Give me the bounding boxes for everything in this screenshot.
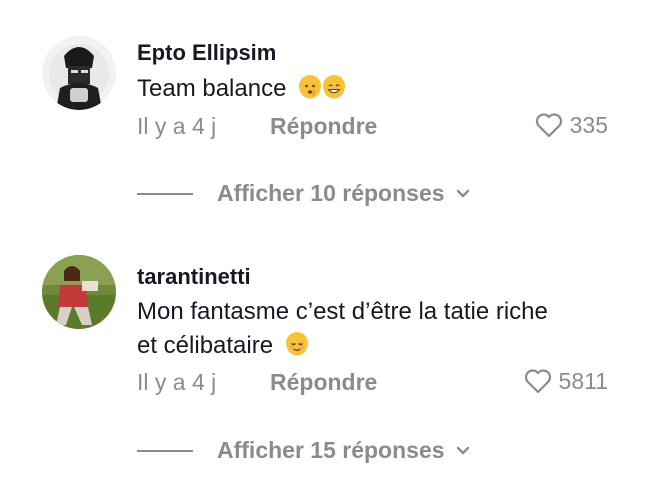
comment-text-line: et célibataire bbox=[137, 329, 548, 363]
comment-timestamp: Il y a 4 j bbox=[137, 369, 217, 395]
comment-timestamp: Il y a 4 j bbox=[137, 113, 217, 139]
like-button[interactable]: 335 bbox=[534, 111, 608, 139]
view-replies-label: Afficher 15 réponses bbox=[217, 437, 445, 463]
like-count: 335 bbox=[569, 111, 608, 138]
relieved-face-icon bbox=[285, 332, 308, 356]
view-replies-button[interactable]: Afficher 15 réponses bbox=[137, 437, 471, 464]
heart-icon bbox=[524, 369, 551, 394]
grinning-face-icon bbox=[323, 75, 346, 99]
heart-icon bbox=[535, 113, 562, 138]
chevron-down-icon bbox=[456, 446, 469, 454]
comment-text-line: Mon fantasme c’est d’être la tatie riche bbox=[137, 298, 548, 325]
like-button[interactable]: 5811 bbox=[523, 367, 608, 395]
comment-text: Team balance bbox=[137, 72, 346, 106]
reply-button[interactable]: Répondre bbox=[270, 113, 377, 140]
comment-text-content: et célibataire bbox=[137, 332, 274, 359]
avatar[interactable] bbox=[42, 36, 116, 110]
like-count: 5811 bbox=[558, 367, 608, 394]
comment-text-content: Team balance bbox=[137, 75, 287, 102]
divider bbox=[137, 449, 193, 452]
comment-username[interactable]: tarantinetti bbox=[137, 264, 251, 290]
view-replies-label: Afficher 10 réponses bbox=[217, 180, 445, 206]
view-replies-button[interactable]: Afficher 10 réponses bbox=[137, 180, 471, 207]
comment-text: Mon fantasme c’est d’être la tatie riche… bbox=[137, 295, 548, 363]
divider bbox=[137, 192, 193, 195]
avatar[interactable] bbox=[42, 255, 116, 329]
comment-username[interactable]: Epto Ellipsim bbox=[137, 40, 276, 66]
shushing-face-icon bbox=[299, 75, 322, 99]
chevron-down-icon bbox=[456, 189, 469, 197]
reply-button[interactable]: Répondre bbox=[270, 369, 377, 396]
